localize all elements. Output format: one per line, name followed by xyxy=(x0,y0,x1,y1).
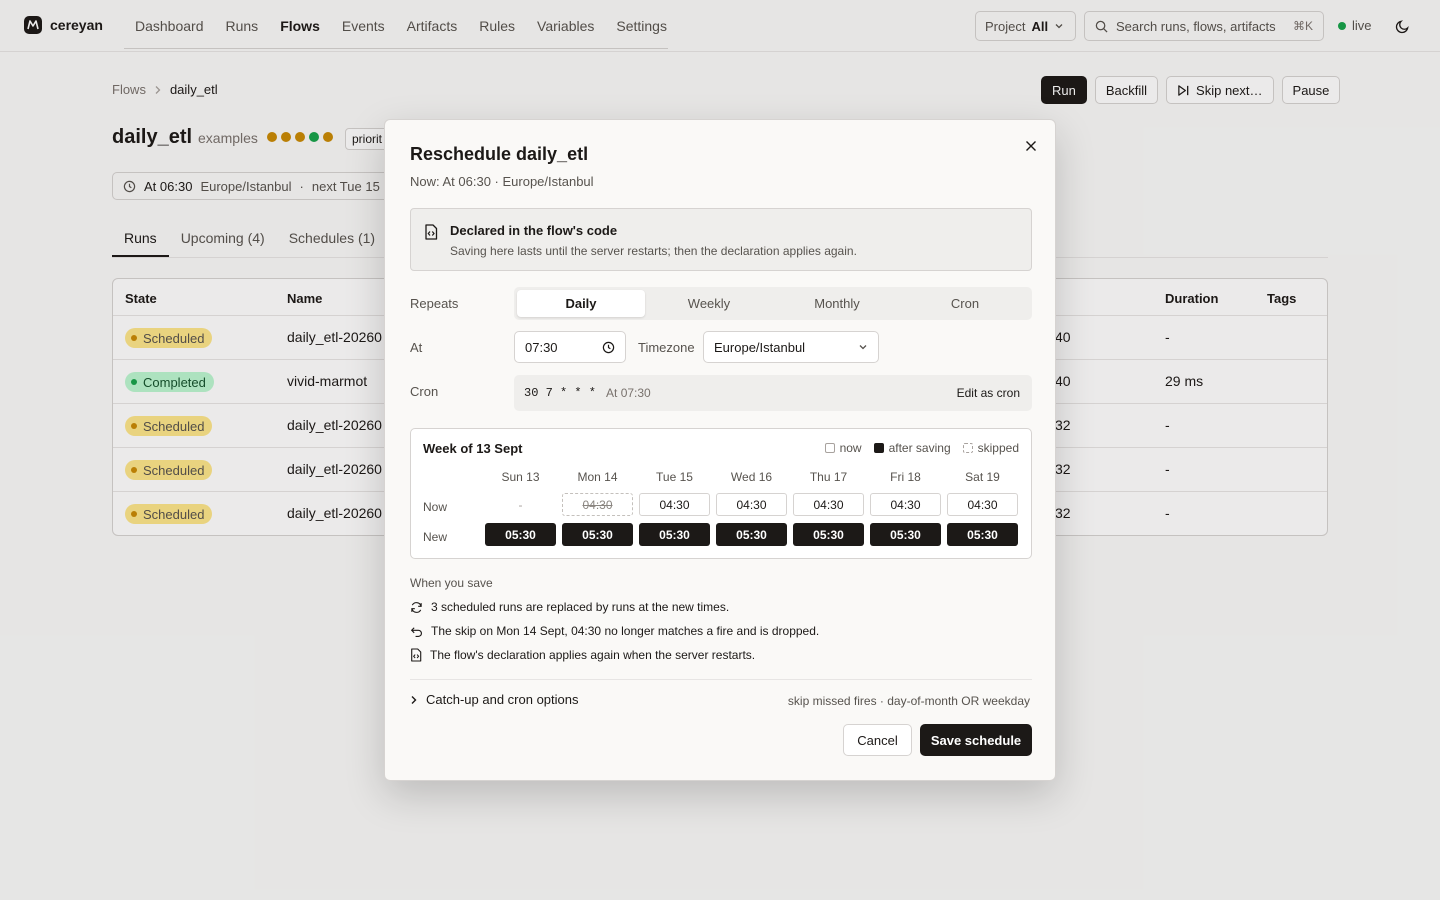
legend-after: after saving xyxy=(873,441,951,455)
row-label-new: New xyxy=(423,530,448,544)
new-fire-slot: 05:30 xyxy=(562,523,633,546)
repeat-weekly[interactable]: Weekly xyxy=(645,290,773,317)
new-fire-slot: 05:30 xyxy=(485,523,556,546)
save-effect-replace: 3 scheduled runs are replaced by runs at… xyxy=(410,600,729,614)
cron-description: At 07:30 xyxy=(606,386,651,400)
new-fire-slot: 05:30 xyxy=(793,523,864,546)
save-effect-replace-text: 3 scheduled runs are replaced by runs at… xyxy=(431,600,730,614)
legend-skipped-label: skipped xyxy=(977,441,1019,455)
cron-expression: 30 7 * * * xyxy=(524,386,597,400)
cron-label: Cron xyxy=(410,384,439,399)
edit-as-cron-button[interactable]: Edit as cron xyxy=(957,386,1020,400)
week-legend: now after saving skipped xyxy=(824,441,1019,455)
notice-body: Saving here lasts until the server resta… xyxy=(450,244,857,258)
day-header: Wed 16 xyxy=(730,470,773,484)
day-header: Mon 14 xyxy=(577,470,618,484)
cancel-button[interactable]: Cancel xyxy=(843,724,912,756)
save-schedule-button[interactable]: Save schedule xyxy=(920,724,1032,756)
file-code-icon xyxy=(425,224,438,240)
time-input[interactable] xyxy=(525,339,595,355)
current-fire-slot: 04:30 xyxy=(870,493,941,516)
catchup-summary: skip missed fires · day-of-month OR week… xyxy=(787,694,1030,708)
current-fire-slot: - xyxy=(518,497,523,512)
repeat-daily[interactable]: Daily xyxy=(517,290,645,317)
current-fire-slot: 04:30 xyxy=(793,493,864,516)
catchup-options-toggle[interactable]: Catch-up and cron options xyxy=(410,692,578,707)
day-header: Fri 18 xyxy=(890,470,921,484)
repeats-label: Repeats xyxy=(410,296,459,311)
week-preview: Week of 13 Sept now after saving skipped… xyxy=(410,428,1032,559)
legend-skipped: skipped xyxy=(962,441,1019,455)
cron-preview: 30 7 * * * At 07:30 Edit as cron xyxy=(514,375,1032,411)
day-header: Tue 15 xyxy=(656,470,693,484)
row-label-now: Now xyxy=(423,500,448,514)
repeat-monthly[interactable]: Monthly xyxy=(773,290,901,317)
repeat-cron[interactable]: Cron xyxy=(901,290,1029,317)
current-fire-slot: 04:30 xyxy=(562,493,633,516)
day-header: Sun 13 xyxy=(501,470,540,484)
timezone-select[interactable]: Europe/Istanbul xyxy=(703,331,879,363)
new-fire-slot: 05:30 xyxy=(639,523,710,546)
code-declaration-notice: Declared in the flow's code Saving here … xyxy=(410,208,1032,271)
when-you-save-heading: When you save xyxy=(410,576,493,590)
legend-now-swatch xyxy=(824,443,835,453)
save-effect-declaration-text: The flow's declaration applies again whe… xyxy=(430,648,756,662)
timezone-value: Europe/Istanbul xyxy=(714,339,806,355)
catchup-options-label: Catch-up and cron options xyxy=(426,692,579,707)
clock-icon[interactable] xyxy=(602,341,615,354)
save-effect-skip: The skip on Mon 14 Sept, 04:30 no longer… xyxy=(410,624,819,638)
chevron-down-icon xyxy=(859,345,867,350)
repeat-segmented-control: Daily Weekly Monthly Cron xyxy=(514,287,1032,320)
refresh-icon xyxy=(411,601,422,613)
legend-after-swatch xyxy=(873,443,884,453)
current-fire-slot: 04:30 xyxy=(639,493,710,516)
timezone-label: Timezone xyxy=(638,340,695,355)
notice-title: Declared in the flow's code xyxy=(450,223,618,238)
time-field[interactable] xyxy=(514,331,626,363)
save-effect-skip-text: The skip on Mon 14 Sept, 04:30 no longer… xyxy=(431,624,820,638)
close-button[interactable] xyxy=(1021,136,1041,156)
undo-icon xyxy=(410,626,422,637)
legend-after-label: after saving xyxy=(888,441,951,455)
legend-now-label: now xyxy=(839,441,862,455)
legend-now: now xyxy=(824,441,862,455)
current-fire-slot: 04:30 xyxy=(716,493,787,516)
week-title: Week of 13 Sept xyxy=(423,441,523,456)
new-fire-slot: 05:30 xyxy=(716,523,787,546)
day-header: Sat 19 xyxy=(965,470,1000,484)
file-code-icon xyxy=(411,648,422,662)
new-fire-slot: 05:30 xyxy=(947,523,1018,546)
dialog-title: Reschedule daily_etl xyxy=(410,144,589,164)
new-fire-slot: 05:30 xyxy=(870,523,941,546)
legend-skipped-swatch xyxy=(962,443,973,453)
at-label: At xyxy=(410,340,423,355)
close-icon xyxy=(1026,141,1036,151)
dialog-divider xyxy=(410,679,1032,680)
chevron-right-icon xyxy=(411,695,417,704)
dialog-subtitle: Now: At 06:30 · Europe/Istanbul xyxy=(410,174,594,189)
reschedule-dialog: Reschedule daily_etl Now: At 06:30 · Eur… xyxy=(384,119,1056,781)
day-header: Thu 17 xyxy=(809,470,848,484)
save-effect-declaration: The flow's declaration applies again whe… xyxy=(410,648,755,662)
current-fire-slot: 04:30 xyxy=(947,493,1018,516)
